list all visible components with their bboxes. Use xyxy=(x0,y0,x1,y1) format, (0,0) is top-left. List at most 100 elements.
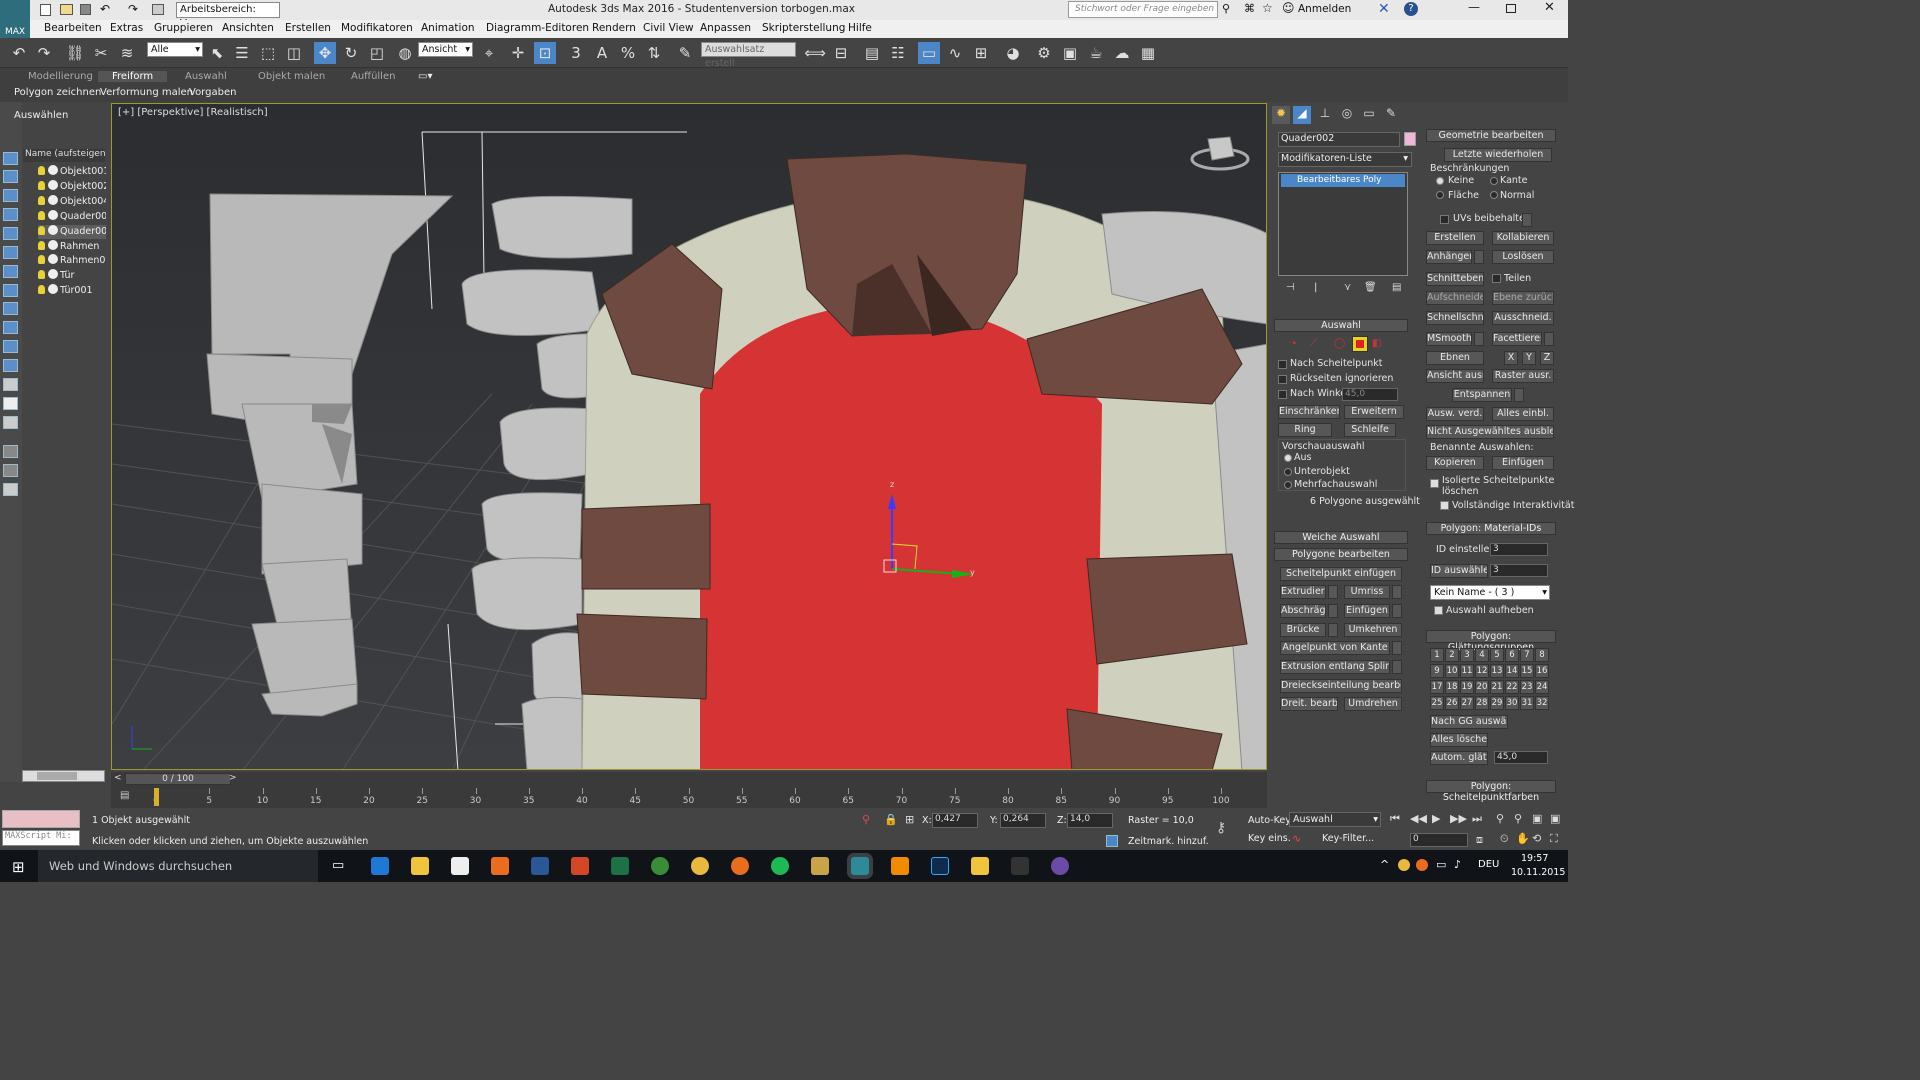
tray-chrome-icon[interactable] xyxy=(1398,859,1410,871)
display-groups-icon[interactable] xyxy=(3,284,18,297)
smoothing-group-button[interactable]: 9 xyxy=(1430,664,1444,678)
current-frame-marker[interactable] xyxy=(154,788,159,806)
bruecke-button[interactable]: Brücke xyxy=(1280,623,1326,637)
menu-animation[interactable]: Animation xyxy=(421,22,475,34)
key-icon[interactable]: ⚷ xyxy=(1216,820,1226,836)
smoothing-group-button[interactable]: 26 xyxy=(1445,696,1459,710)
tray-up-icon[interactable]: ^ xyxy=(1380,858,1389,871)
menu-skripterstellung[interactable]: Skripterstellung xyxy=(762,22,845,34)
smoothing-group-button[interactable]: 6 xyxy=(1505,648,1519,662)
polygone-bearbeiten-rollout-header[interactable]: Polygone bearbeiten xyxy=(1274,548,1408,561)
select-by-name-icon[interactable]: ☰ xyxy=(231,42,253,64)
light-bulb-icon[interactable] xyxy=(38,196,45,205)
auswahl-rollout-header[interactable]: Auswahl xyxy=(1274,319,1408,332)
smoothing-group-button[interactable]: 22 xyxy=(1505,680,1519,694)
viewcube-icon[interactable] xyxy=(1192,129,1252,174)
umriss-settings-button[interactable] xyxy=(1392,585,1402,599)
select-place-icon[interactable]: ◍ xyxy=(394,42,416,64)
windows-start-icon[interactable]: ⊞ xyxy=(12,858,25,876)
remove-modifier-icon[interactable]: 🗑 xyxy=(1364,282,1377,293)
id-auswaehlen-input[interactable]: 3 xyxy=(1490,564,1548,577)
time-slider-thumb[interactable]: 0 / 100 xyxy=(125,773,231,785)
menu-modifikatoren[interactable]: Modifikatoren xyxy=(341,22,413,34)
zoom-icon[interactable]: ⚲ xyxy=(1496,812,1504,825)
layer-icon[interactable] xyxy=(3,483,18,496)
align-icon[interactable]: ⊟ xyxy=(830,42,852,64)
taskbar-spotify-icon[interactable] xyxy=(771,857,789,875)
smoothing-group-button[interactable]: 25 xyxy=(1430,696,1444,710)
umdrehen-button[interactable]: Umdrehen xyxy=(1344,697,1402,711)
object-color-swatch[interactable] xyxy=(1404,132,1416,146)
smoothing-group-button[interactable]: 18 xyxy=(1445,680,1459,694)
display-all-icon[interactable] xyxy=(3,397,18,410)
zoom-extents-all-icon[interactable]: ▣ xyxy=(1550,812,1560,825)
visibility-icon[interactable] xyxy=(48,269,58,279)
element-mode-icon[interactable]: ◧ xyxy=(1372,338,1381,349)
goto-start-icon[interactable]: ⏮ xyxy=(1390,812,1400,826)
key-filter-button[interactable]: Key-Filter... xyxy=(1322,833,1374,844)
scheitelpunktfarben-rollout-header[interactable]: Polygon: Scheitelpunktfarben xyxy=(1426,780,1556,803)
visibility-icon[interactable] xyxy=(48,210,58,220)
msmooth-button[interactable]: MSmooth xyxy=(1426,332,1472,346)
entspannen-button[interactable]: Entspannen xyxy=(1452,388,1512,402)
display-tab-icon[interactable]: ▭ xyxy=(1360,106,1378,124)
smoothing-group-button[interactable]: 16 xyxy=(1535,664,1549,678)
modifier-list-dropdown[interactable]: Modifikatoren-Liste ▾ xyxy=(1278,152,1412,167)
named-selection-dropdown[interactable]: Auswahlsatz erstell xyxy=(701,42,796,69)
maximize-viewport-icon[interactable]: ⛶ xyxy=(1550,832,1558,846)
abschraegen-button[interactable]: Abschräg. xyxy=(1280,604,1326,618)
maxscript-listener[interactable] xyxy=(2,810,80,828)
motion-tab-icon[interactable]: ◎ xyxy=(1338,106,1356,124)
taskbar-3dsmax-icon[interactable] xyxy=(851,857,869,875)
taskbar-store-icon[interactable] xyxy=(451,857,469,875)
object-name-field[interactable]: Quader002 xyxy=(1278,132,1400,147)
pivot-center-icon[interactable]: ⌖ xyxy=(478,42,500,64)
taskbar-edge-icon[interactable] xyxy=(371,857,389,875)
anhaengen-settings-button[interactable] xyxy=(1474,250,1484,264)
menu-bearbeiten[interactable]: Bearbeiten xyxy=(44,22,102,34)
visibility-icon[interactable] xyxy=(48,254,58,264)
a360-render-icon[interactable]: ▦ xyxy=(1137,42,1159,64)
render-production-icon[interactable]: ☕ xyxy=(1085,42,1107,64)
goto-end-icon[interactable]: ⏭ xyxy=(1472,812,1482,826)
schnittebene-button[interactable]: Schnittebene xyxy=(1426,272,1484,286)
taskbar-folder-icon[interactable] xyxy=(971,857,989,875)
key-filter-icon[interactable]: ∿ xyxy=(1292,832,1301,845)
exchange-x-icon[interactable]: ✕ xyxy=(1378,1,1394,17)
scene-explorer-hscrollbar[interactable] xyxy=(22,770,105,782)
smoothing-group-button[interactable]: 30 xyxy=(1505,696,1519,710)
kante-radio[interactable] xyxy=(1490,177,1498,185)
display-spacewarps-icon[interactable] xyxy=(3,265,18,278)
aufschneiden-button[interactable]: Aufschneiden xyxy=(1426,291,1484,305)
scene-item-objekt002[interactable]: Objekt002 xyxy=(38,180,106,194)
normal-radio[interactable] xyxy=(1490,191,1498,199)
orbit-icon[interactable]: ⟲ xyxy=(1532,832,1541,845)
help-icon[interactable]: ? xyxy=(1404,2,1418,16)
material-ids-rollout-header[interactable]: Polygon: Material-IDs xyxy=(1426,522,1556,535)
bruecke-settings-button[interactable] xyxy=(1328,623,1338,637)
render-setup-icon[interactable]: ⚙ xyxy=(1033,42,1055,64)
display-shapes-icon[interactable] xyxy=(3,189,18,202)
reference-coordinate-dropdown[interactable]: Ansicht ▾ xyxy=(418,42,473,57)
tab-auswahl[interactable]: Auswahl xyxy=(185,71,227,82)
binoculars-icon[interactable]: ⚲ xyxy=(1222,2,1230,15)
visibility-icon[interactable] xyxy=(48,225,58,235)
ribbon-options-icon[interactable]: ▭▾ xyxy=(418,71,432,82)
set-key-button[interactable]: Key eins. xyxy=(1248,833,1291,844)
autom-glaetten-button[interactable]: Autom. glätten xyxy=(1430,751,1488,765)
save-icon[interactable] xyxy=(80,4,91,15)
smoothing-group-button[interactable]: 8 xyxy=(1535,648,1549,662)
time-slider[interactable]: < 0 / 100 > xyxy=(111,772,1267,786)
extrudieren-button[interactable]: Extrudier. xyxy=(1280,585,1326,599)
mini-curve-icon[interactable]: ▤ xyxy=(120,790,129,801)
select-object-icon[interactable]: ⬉ xyxy=(206,42,228,64)
light-bulb-icon[interactable] xyxy=(38,211,45,220)
vorschau-mehrfach-radio[interactable] xyxy=(1284,481,1292,489)
smoothing-group-button[interactable]: 3 xyxy=(1460,648,1474,662)
abschraegen-settings-button[interactable] xyxy=(1328,604,1338,618)
link-icon[interactable]: ⛓ xyxy=(64,42,86,64)
kollabieren-button[interactable]: Kollabieren xyxy=(1492,231,1554,245)
einschraenken-button[interactable]: Einschränken xyxy=(1278,405,1340,419)
play-icon[interactable]: ▶ xyxy=(1432,812,1440,825)
zoom-all-icon[interactable]: ⚲ xyxy=(1514,812,1522,825)
